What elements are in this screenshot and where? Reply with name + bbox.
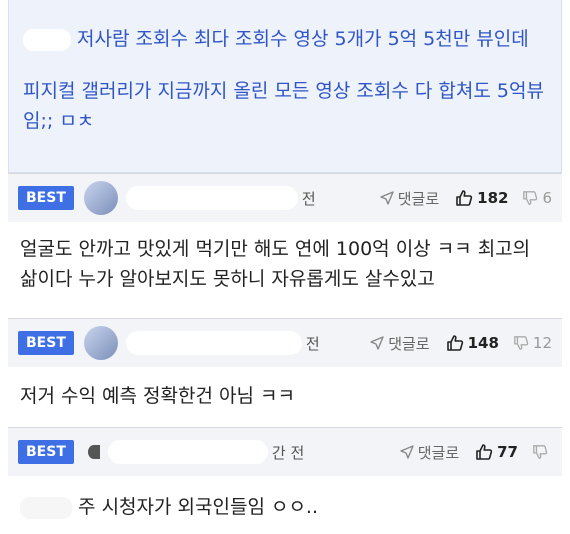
quote-line-1: 저사람 조회수 최다 조회수 영상 5개가 5억 5천만 뷰인데 bbox=[23, 24, 547, 54]
like-button[interactable]: 148 bbox=[446, 334, 499, 352]
best-badge: BEST bbox=[18, 440, 74, 464]
reply-button[interactable]: 댓글로 bbox=[380, 188, 439, 209]
comment-item: BEST 전 댓글로 148 12 저거 수익 예측 정확한건 아님 ㅋㅋ bbox=[8, 318, 562, 427]
thumbs-up-icon bbox=[476, 444, 493, 460]
thumbs-down-icon bbox=[533, 445, 548, 459]
send-arrow-icon bbox=[400, 445, 414, 459]
dislike-count: 6 bbox=[542, 189, 552, 207]
redacted-username bbox=[107, 440, 268, 464]
dislike-button[interactable]: 6 bbox=[522, 189, 552, 207]
send-arrow-icon bbox=[370, 336, 384, 350]
dislike-count: 12 bbox=[532, 334, 552, 352]
redacted-username bbox=[125, 331, 302, 355]
comment-text: 얼굴도 안까고 맛있게 먹기만 해도 연에 100억 이상 ㅋㅋ 최고의 삶이다… bbox=[20, 238, 531, 290]
comment-meta: BEST 전 댓글로 148 12 bbox=[8, 319, 562, 367]
like-count: 77 bbox=[497, 443, 518, 461]
reply-label: 댓글로 bbox=[417, 443, 460, 462]
comment-time: 전 bbox=[305, 334, 320, 353]
like-count: 148 bbox=[467, 334, 499, 352]
quote-line-2: 피지컬 갤러리가 지금까지 올린 모든 영상 조회수 다 합쳐도 5억뷰임;; … bbox=[23, 80, 544, 132]
quoted-comment: 저사람 조회수 최다 조회수 영상 5개가 5억 5천만 뷰인데 피지컬 갤러리… bbox=[8, 0, 562, 173]
comment-section: 저사람 조회수 최다 조회수 영상 5개가 5억 5천만 뷰인데 피지컬 갤러리… bbox=[8, 0, 562, 520]
avatar[interactable] bbox=[87, 445, 100, 459]
comment-item: BEST 전 댓글로 182 6 얼굴도 안까고 맛있게 먹기만 해도 연에 1 bbox=[8, 173, 562, 318]
thumbs-down-icon bbox=[514, 336, 529, 350]
dislike-button[interactable] bbox=[532, 444, 552, 460]
thumbs-down-icon bbox=[523, 191, 538, 205]
reply-label: 댓글로 bbox=[397, 189, 440, 208]
comment-text-row: 주 시청자가 외국인들임 ㅇㅇ.. bbox=[8, 476, 562, 534]
avatar[interactable] bbox=[83, 326, 118, 360]
best-badge: BEST bbox=[18, 331, 74, 355]
comment-time: 간 전 bbox=[271, 443, 305, 462]
reply-button[interactable]: 댓글로 bbox=[370, 333, 430, 354]
like-button[interactable]: 77 bbox=[475, 443, 518, 461]
avatar[interactable] bbox=[83, 181, 118, 215]
best-badge: BEST bbox=[18, 186, 74, 210]
comment-item: BEST 간 전 댓글로 77 주 시청자가 외국인들임 ㅇㅇ.. bbox=[8, 427, 562, 534]
redacted-username bbox=[125, 186, 298, 210]
comment-text: 저거 수익 예측 정확한건 아님 ㅋㅋ bbox=[20, 385, 295, 407]
send-arrow-icon bbox=[380, 191, 394, 205]
comment-time: 전 bbox=[301, 189, 316, 208]
reply-label: 댓글로 bbox=[388, 334, 430, 353]
redacted-text bbox=[23, 28, 71, 51]
redacted-text bbox=[20, 496, 72, 519]
like-count: 182 bbox=[477, 189, 509, 207]
quote-line-1-text: 저사람 조회수 최다 조회수 영상 5개가 5억 5천만 뷰인데 bbox=[77, 28, 529, 50]
like-button[interactable]: 182 bbox=[455, 189, 508, 207]
comment-meta: BEST 간 전 댓글로 77 bbox=[8, 428, 562, 476]
comment-meta: BEST 전 댓글로 182 6 bbox=[8, 174, 562, 222]
reply-button[interactable]: 댓글로 bbox=[400, 442, 459, 463]
thumbs-up-icon bbox=[456, 190, 473, 206]
comment-text: 주 시청자가 외국인들임 ㅇㅇ.. bbox=[78, 496, 319, 518]
thumbs-up-icon bbox=[446, 335, 463, 351]
dislike-button[interactable]: 12 bbox=[513, 334, 552, 352]
